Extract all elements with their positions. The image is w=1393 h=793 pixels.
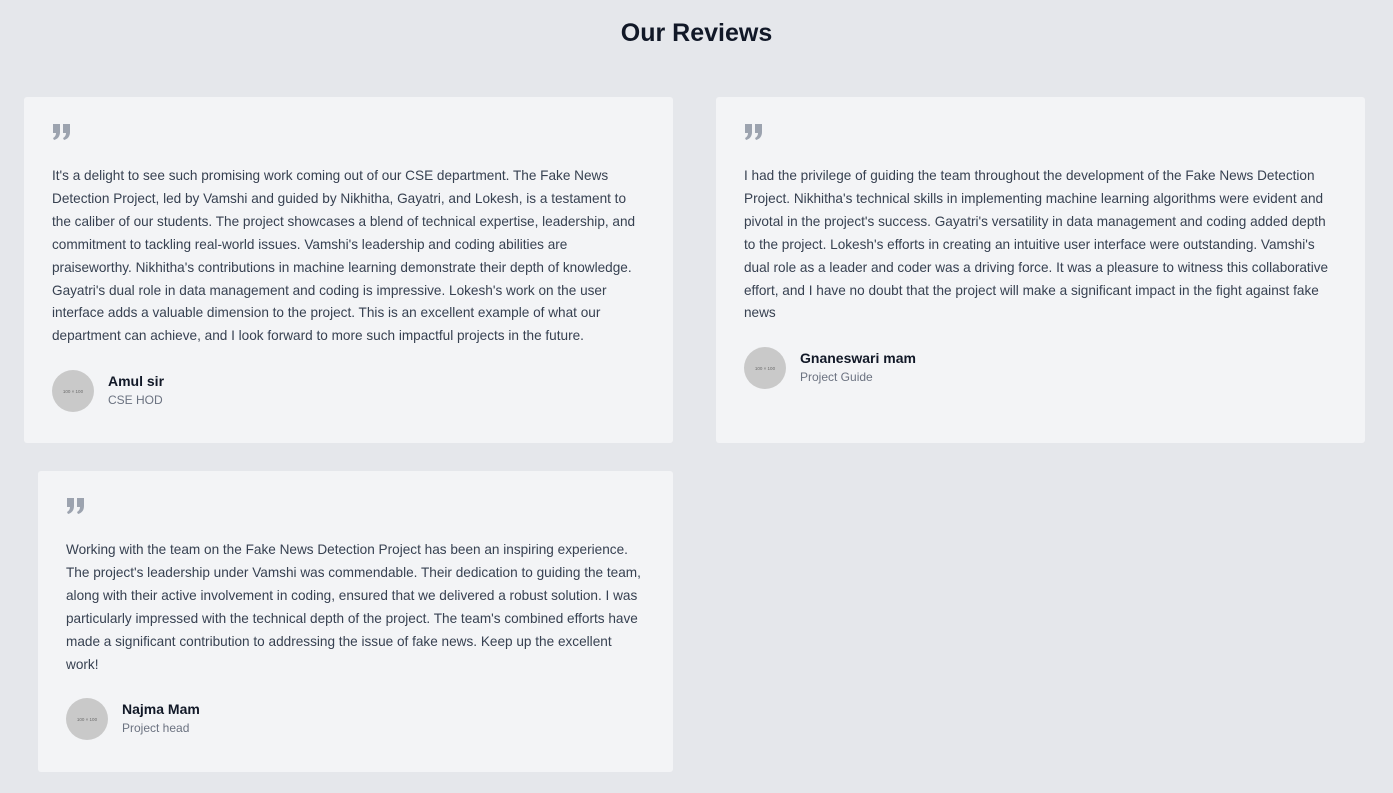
review-card: It's a delight to see such promising wor… (24, 97, 673, 443)
quote-icon (744, 123, 764, 141)
quote-icon (66, 497, 86, 515)
review-text: Working with the team on the Fake News D… (66, 542, 641, 672)
author-role: Project head (122, 721, 190, 736)
author-name: Najma Mam (122, 701, 200, 718)
review-card: I had the privilege of guiding the team … (716, 97, 1365, 443)
review-text: It's a delight to see such promising wor… (52, 168, 636, 344)
avatar: 100 × 100 (52, 370, 94, 413)
author-info: Najma Mam Project head (122, 700, 200, 738)
review-author: 100 × 100 Najma Mam Project head (66, 698, 645, 741)
author-role: Project Guide (800, 370, 873, 385)
avatar: 100 × 100 (744, 347, 786, 390)
review-author: 100 × 100 Gnaneswari mam Project Guide (744, 347, 1337, 390)
review-card: Working with the team on the Fake News D… (38, 471, 673, 772)
quote-icon (52, 123, 72, 141)
author-info: Gnaneswari mam Project Guide (800, 349, 916, 387)
review-text: I had the privilege of guiding the team … (744, 168, 1329, 321)
author-role: CSE HOD (108, 393, 163, 408)
page-title: Our Reviews (620, 19, 773, 47)
avatar: 100 × 100 (66, 698, 108, 741)
author-name: Gnaneswari mam (800, 350, 916, 367)
author-info: Amul sir CSE HOD (108, 372, 164, 410)
author-name: Amul sir (108, 373, 165, 390)
review-author: 100 × 100 Amul sir CSE HOD (52, 370, 645, 413)
